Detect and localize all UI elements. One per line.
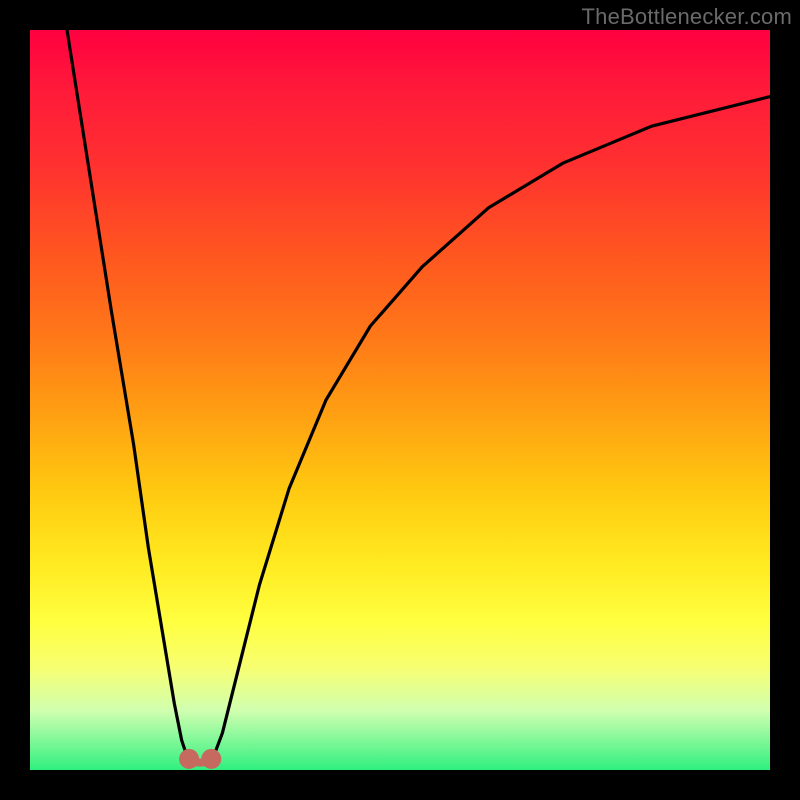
plot-area bbox=[30, 30, 770, 770]
curve-left bbox=[67, 30, 189, 763]
watermark-text: TheBottlenecker.com bbox=[582, 4, 792, 30]
chart-frame: TheBottlenecker.com bbox=[0, 0, 800, 800]
curve-right bbox=[211, 97, 770, 763]
marker-left bbox=[179, 749, 199, 769]
chart-svg bbox=[30, 30, 770, 770]
marker-right bbox=[201, 749, 221, 769]
